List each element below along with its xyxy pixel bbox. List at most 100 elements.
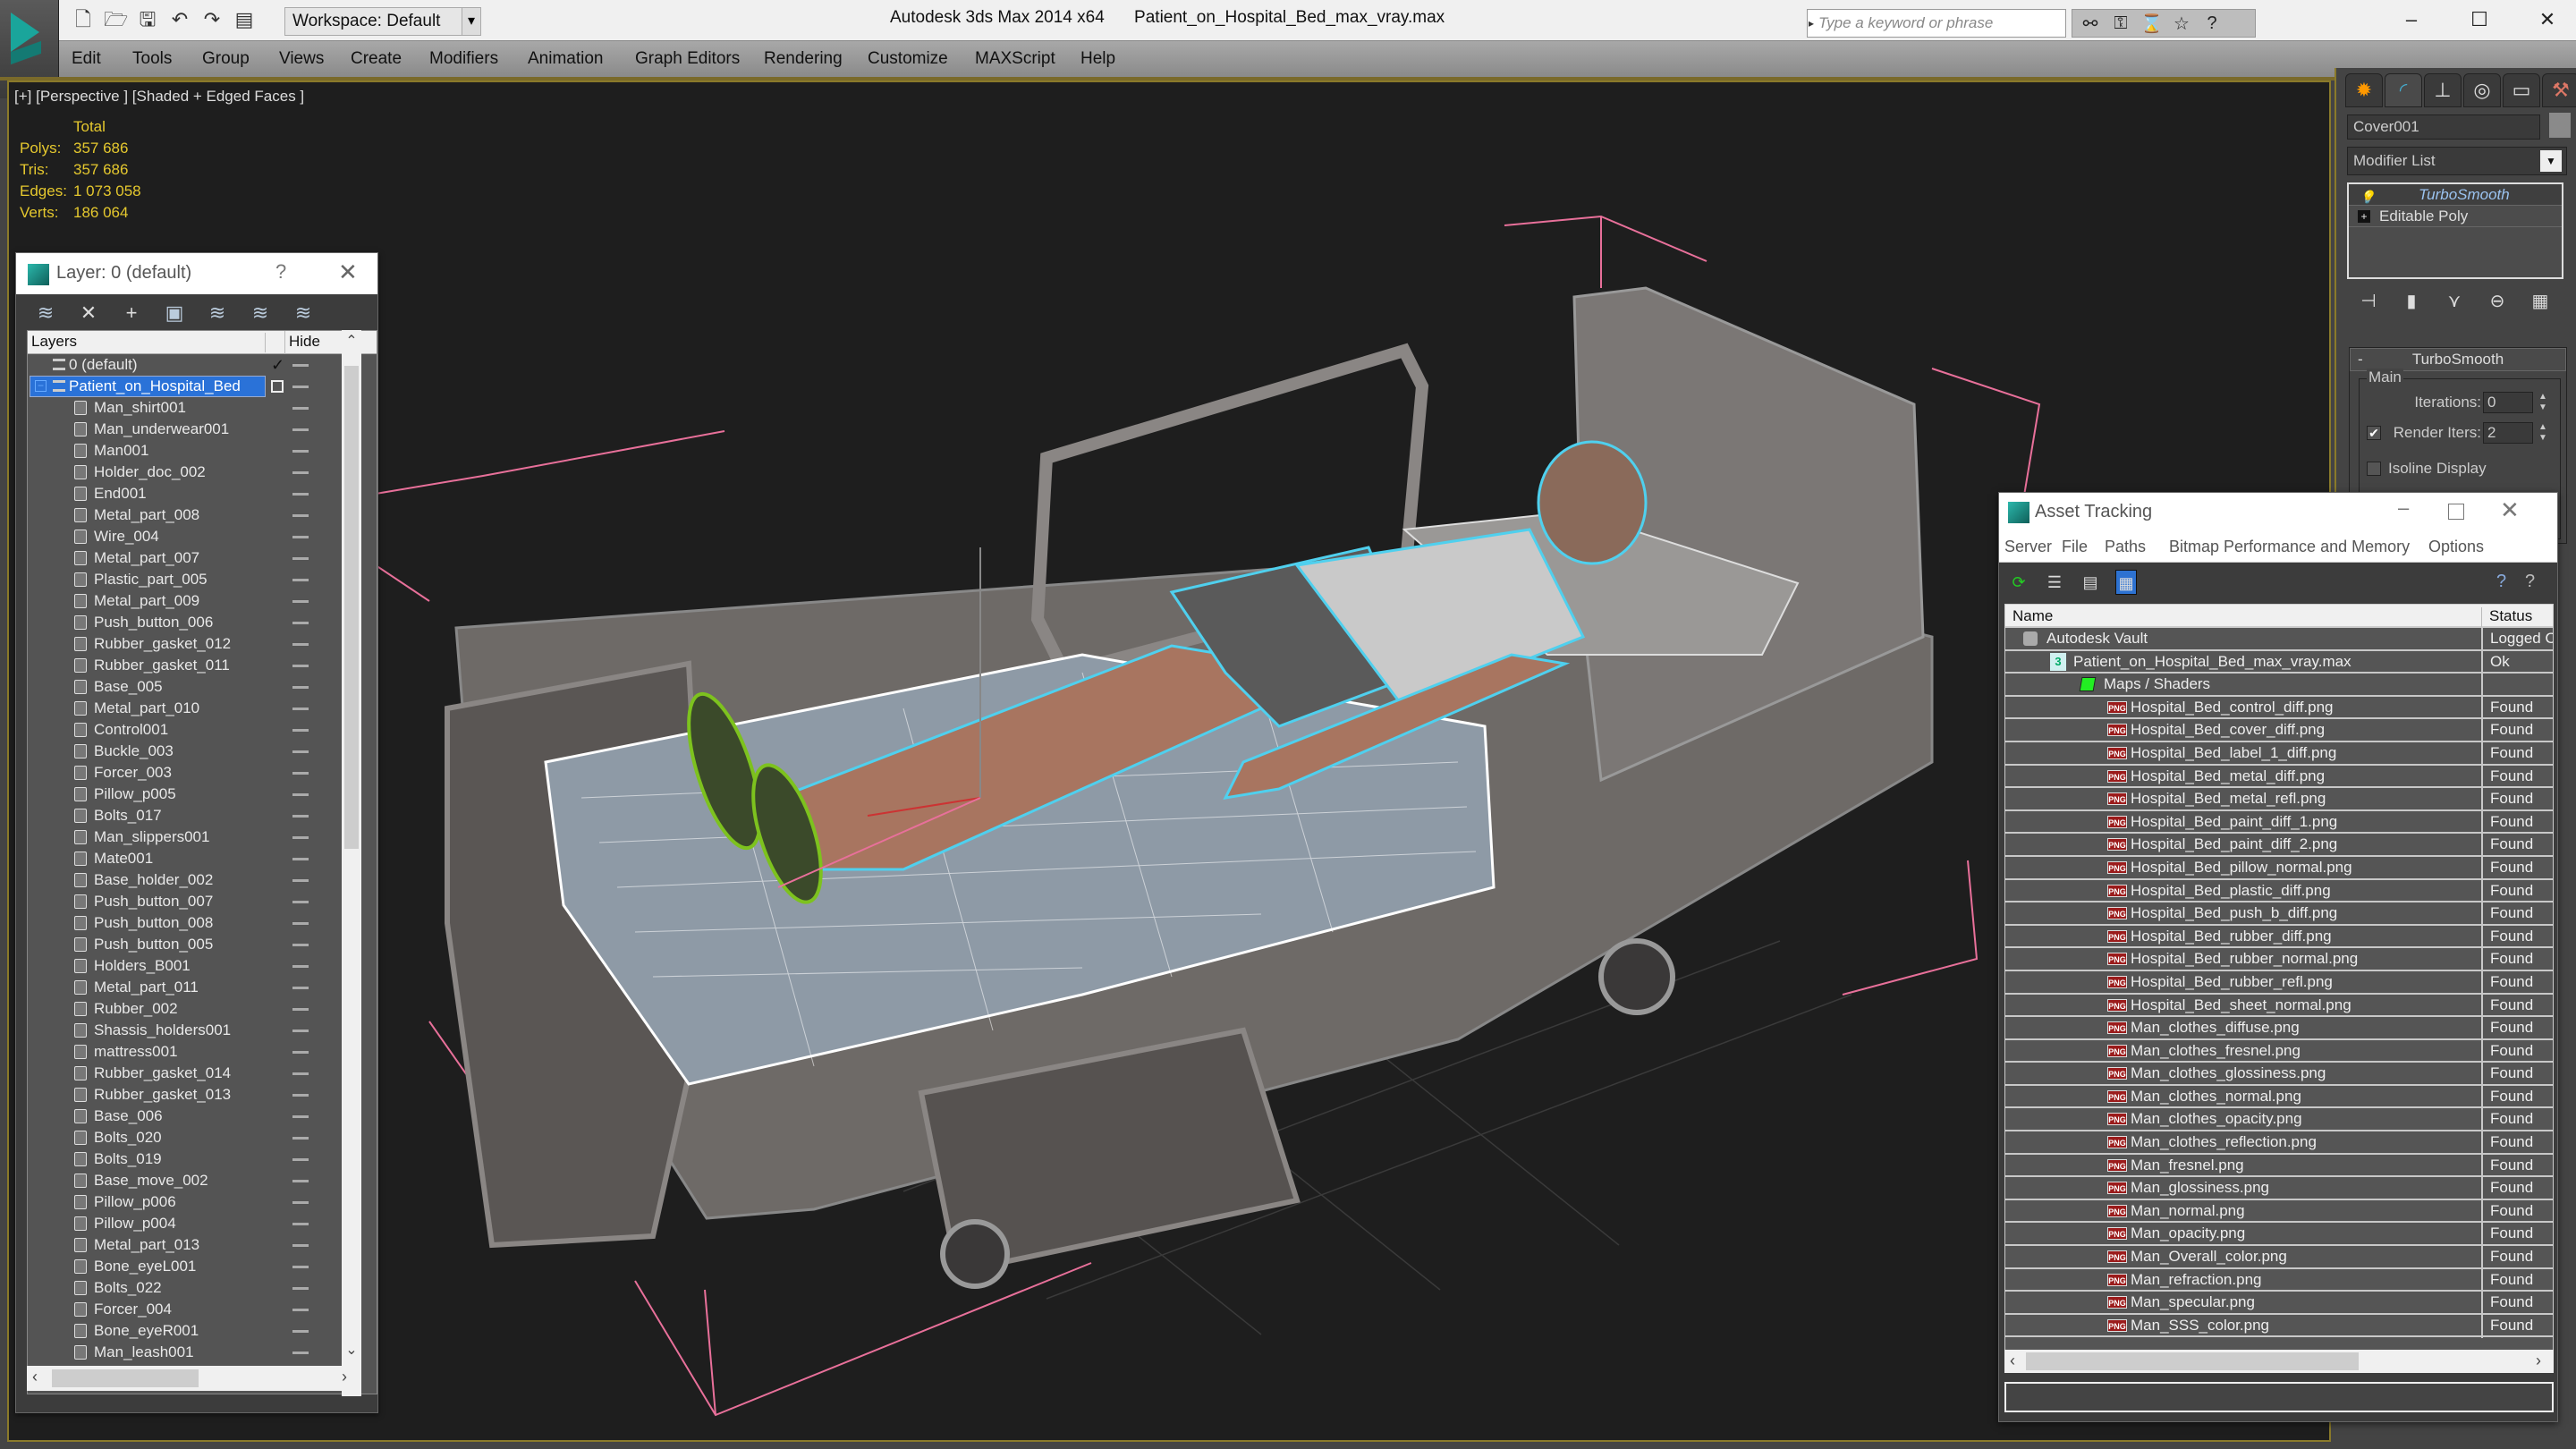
list-view-icon[interactable]: ☰ [2044, 570, 2065, 595]
asset-row[interactable]: PNG Man_clothes_normal.png Found [2005, 1085, 2553, 1109]
object-row[interactable]: Bolts_022 [28, 1277, 377, 1299]
new-file-icon[interactable]: 🗋 [72, 7, 95, 32]
motion-tab-icon[interactable]: ◎ [2463, 73, 2501, 107]
search-input[interactable]: Type a keyword or phrase [1807, 9, 2066, 38]
menu-tools[interactable]: Tools [132, 41, 172, 77]
object-row[interactable]: Holders_B001 [28, 955, 377, 977]
minimize-icon[interactable]: – [2398, 496, 2409, 520]
object-row[interactable]: Rubber_gasket_012 [28, 633, 377, 655]
maximize-icon[interactable]: ☐ [2462, 4, 2497, 36]
hide-toggle[interactable] [292, 1051, 309, 1054]
hierarchy-tab-icon[interactable]: ⊥ [2424, 73, 2462, 107]
hide-toggle[interactable] [292, 1008, 309, 1011]
menu-animation[interactable]: Animation [528, 41, 604, 77]
layer-row-patient-on-hospital-bed[interactable]: − Patient_on_Hospital_Bed [28, 376, 377, 397]
menu-paths[interactable]: Paths [2105, 538, 2146, 556]
menu-file[interactable]: File [2062, 538, 2088, 556]
object-row[interactable]: Bolts_017 [28, 805, 377, 826]
spinner-icon[interactable]: ▲ ▼ [2537, 422, 2549, 444]
favorites-star-icon[interactable]: ☆ [2171, 13, 2192, 35]
layer-horizontal-scrollbar[interactable]: ‹ › [27, 1366, 361, 1391]
hide-toggle[interactable] [292, 600, 309, 603]
render-iters-input[interactable]: 2 [2483, 422, 2533, 444]
object-row[interactable]: Pillow_p005 [28, 784, 377, 805]
asset-row[interactable]: Autodesk Vault Logged Out [2005, 628, 2553, 651]
hide-toggle[interactable] [292, 1244, 309, 1247]
hide-toggle[interactable] [292, 922, 309, 925]
column-status[interactable]: Status [2481, 607, 2532, 627]
save-file-icon[interactable]: 🖫 [136, 7, 159, 32]
modify-tab-icon[interactable]: ◜ [2385, 73, 2422, 107]
asset-path-field[interactable] [2004, 1382, 2554, 1412]
object-row[interactable]: Pillow_p006 [28, 1191, 377, 1213]
asset-row[interactable]: PNG Man_fresnel.png Found [2005, 1154, 2553, 1178]
object-row[interactable]: Push_button_008 [28, 912, 377, 934]
hide-toggle[interactable] [292, 1309, 309, 1311]
asset-row[interactable]: PNG Man_specular.png Found [2005, 1292, 2553, 1316]
asset-row[interactable]: PNG Hospital_Bed_rubber_normal.png Found [2005, 948, 2553, 972]
asset-row[interactable]: PNG Hospital_Bed_push_b_diff.png Found [2005, 902, 2553, 927]
object-row[interactable]: Base_005 [28, 676, 377, 698]
viewport-label[interactable]: [+] [Perspective ] [Shaded + Edged Faces… [14, 88, 304, 106]
render-iters-checkbox[interactable]: ✔ [2367, 426, 2381, 440]
hide-toggle[interactable] [292, 622, 309, 624]
undo-icon[interactable]: ↶ [168, 7, 191, 32]
asset-row[interactable]: PNG Man_clothes_glossiness.png Found [2005, 1063, 2553, 1087]
menu-create[interactable]: Create [351, 41, 402, 77]
object-row[interactable]: Bolts_020 [28, 1127, 377, 1148]
help-icon[interactable]: ? [2201, 13, 2223, 34]
hide-toggle[interactable] [292, 386, 309, 388]
hide-toggle[interactable] [292, 1223, 309, 1225]
binoculars-icon[interactable]: ⚯ [2080, 13, 2101, 35]
hide-toggle[interactable] [292, 879, 309, 882]
menu-server[interactable]: Server [2004, 538, 2052, 556]
redo-icon[interactable]: ↷ [200, 7, 224, 32]
object-row[interactable]: Bone_eyeL001 [28, 1256, 377, 1277]
object-row[interactable]: Metal_part_007 [28, 547, 377, 569]
help-local-icon[interactable]: ? [2525, 572, 2535, 592]
object-row[interactable]: Forcer_003 [28, 762, 377, 784]
hide-toggle[interactable] [292, 1180, 309, 1182]
current-layer-checkbox[interactable] [271, 380, 284, 393]
menu-edit[interactable]: Edit [72, 41, 101, 77]
object-row[interactable]: Rubber_002 [28, 998, 377, 1020]
scroll-right-icon[interactable]: › [342, 1368, 347, 1386]
close-icon[interactable]: ✕ [338, 258, 358, 286]
asset-row[interactable]: PNG Hospital_Bed_control_diff.png Found [2005, 696, 2553, 720]
asset-row[interactable]: PNG Man_SSS_color.png Found [2005, 1314, 2553, 1338]
hide-toggle[interactable] [292, 815, 309, 818]
object-row[interactable]: Man_leash001 [28, 1342, 377, 1363]
column-current[interactable] [267, 331, 285, 354]
hide-toggle[interactable] [292, 643, 309, 646]
hide-toggle[interactable] [292, 1352, 309, 1354]
close-icon[interactable]: ✕ [2529, 4, 2565, 36]
asset-row[interactable]: PNG Man_refraction.png Found [2005, 1268, 2553, 1292]
hide-toggle[interactable] [292, 514, 309, 517]
hide-toggle[interactable] [292, 471, 309, 474]
create-new-layer-icon[interactable]: ≋ [34, 301, 57, 325]
asset-row[interactable]: PNG Hospital_Bed_metal_refl.png Found [2005, 788, 2553, 812]
hide-toggle[interactable] [292, 901, 309, 903]
asset-row[interactable]: Maps / Shaders [2005, 674, 2553, 698]
hide-toggle[interactable] [292, 1266, 309, 1268]
help-online-icon[interactable]: ? [2496, 572, 2506, 592]
scroll-up-icon[interactable]: ⌃ [342, 332, 361, 350]
remove-modifier-icon[interactable]: ⊖ [2487, 290, 2508, 312]
object-row[interactable]: Man_slippers001 [28, 826, 377, 848]
isoline-display-checkbox[interactable] [2367, 462, 2381, 476]
key-icon[interactable]: ⚿ [2110, 13, 2131, 34]
object-row[interactable]: Metal_part_010 [28, 698, 377, 719]
object-row[interactable]: Holder_doc_002 [28, 462, 377, 483]
object-row[interactable]: mattress001 [28, 1041, 377, 1063]
hide-toggle[interactable] [292, 1201, 309, 1204]
scroll-right-icon[interactable]: › [2536, 1352, 2541, 1370]
hide-toggle[interactable] [292, 987, 309, 989]
menu-modifiers[interactable]: Modifiers [429, 41, 498, 77]
asset-row[interactable]: PNG Man_glossiness.png Found [2005, 1177, 2553, 1201]
hide-unhide-all-icon[interactable]: ≋ [249, 301, 272, 325]
object-row[interactable]: Buckle_003 [28, 741, 377, 762]
stack-item-editable-poly[interactable]: + Editable Poly [2349, 206, 2562, 227]
current-layer-checkmark[interactable]: ✓ [271, 354, 284, 376]
scroll-down-icon[interactable]: ⌄ [342, 1341, 361, 1359]
menu-bitmap-performance[interactable]: Bitmap Performance and Memory [2169, 538, 2410, 556]
